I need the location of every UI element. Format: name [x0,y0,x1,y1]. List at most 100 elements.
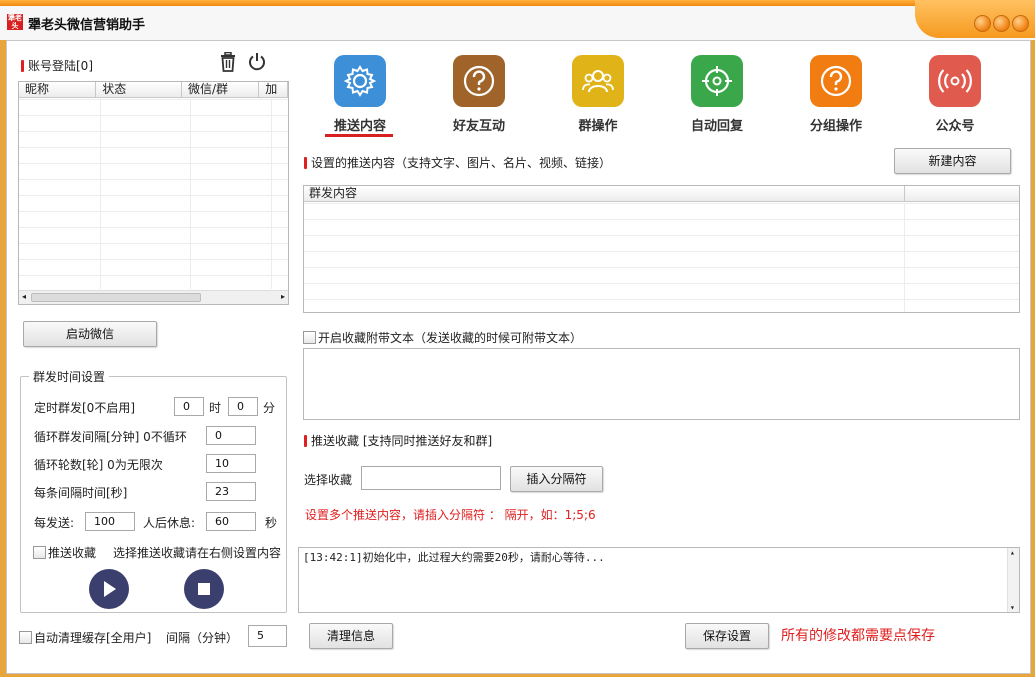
push-content-title: 设置的推送内容（支持文字、图片、名片、视频、链接） [304,154,611,171]
start-button[interactable] [89,569,129,609]
main-window: 账号登陆[0] 昵称 状态 微信/群 加 ◂ ▸ 启动微信 群发时间设置 定时群… [6,40,1031,674]
each-interval-input[interactable]: 23 [206,482,256,501]
tab-group-operations[interactable]: 群操作 [553,55,643,134]
hour-unit-label: 时 [209,401,222,415]
separator-hint: 设置多个推送内容，请插入分隔符 ： 隔开，如：1;5;6 [305,508,596,522]
push-content-table-body [304,203,1019,312]
account-table[interactable]: 昵称 状态 微信/群 加 ◂ ▸ [18,81,289,305]
per-send-label: 每发送: [34,516,75,530]
stop-icon [198,583,210,595]
push-content-table[interactable]: 群发内容 [303,185,1020,313]
column-divider [271,99,272,289]
account-table-body [19,99,288,288]
column-divider [100,99,101,289]
clean-interval-label: 间隔（分钟） [166,631,239,645]
tab-friend-interaction[interactable]: 好友互动 [434,55,524,134]
clean-interval-input[interactable]: 5 [248,625,287,647]
scroll-left-arrow-icon[interactable]: ◂ [22,292,26,301]
column-divider [904,203,905,312]
scroll-thumb[interactable] [31,293,201,302]
section-marker [21,60,24,72]
gear-icon [334,55,386,107]
push-favorites-title: 推送收藏 [支持同时推送好友和群] [304,432,492,449]
app-title: 犟老头微信营销助手 [28,18,146,33]
account-section-title: 账号登陆[0] [21,57,93,74]
section-marker [304,435,307,447]
section-marker [304,157,307,169]
timed-minute-input[interactable]: 0 [228,397,258,416]
scroll-up-arrow-icon[interactable]: ▴ [1010,548,1015,557]
log-output[interactable]: [13:42:1]初始化中，此过程大约需要20秒，请耐心等待... ▴ ▾ [298,547,1020,613]
rest-after-label: 人后休息: [143,516,196,530]
start-wechat-button[interactable]: 启动微信 [23,321,157,347]
scroll-right-arrow-icon[interactable]: ▸ [281,292,285,301]
rest-seconds-input[interactable]: 60 [206,512,256,531]
power-icon[interactable] [247,52,267,72]
attach-text-area[interactable] [303,348,1020,420]
per-send-input[interactable]: 100 [85,512,135,531]
column-extra[interactable] [905,186,1019,201]
select-favorite-input[interactable] [361,466,501,490]
loop-rounds-label: 循环轮数[轮] 0为无限次 [34,458,163,472]
tab-label: 群操作 [578,119,618,134]
checkbox-box[interactable] [303,331,316,344]
checkbox-box[interactable] [33,546,46,559]
loop-interval-input[interactable]: 0 [206,426,256,445]
save-hint: 所有的修改都需要点保存 [781,628,935,644]
broadcast-icon [929,55,981,107]
tab-label: 推送内容 [333,119,386,134]
account-table-header: 昵称 状态 微信/群 加 [19,82,288,98]
loop-rounds-input[interactable]: 10 [206,454,256,473]
tab-label: 分组操作 [809,119,862,134]
select-favorite-label: 选择收藏 [304,473,353,487]
tab-push-content[interactable]: 推送内容 [315,55,405,134]
tab-label: 自动回复 [690,119,743,134]
attach-text-checkbox[interactable]: 开启收藏附带文本（发送收藏的时候可附带文本） [303,329,582,346]
question-icon [453,55,505,107]
column-nickname[interactable]: 昵称 [19,82,97,97]
app-logo-icon: 犟老头 [7,14,23,30]
each-interval-label: 每条间隔时间[秒] [34,486,128,500]
new-content-button[interactable]: 新建内容 [894,148,1011,174]
title-bar-stripe [0,0,940,6]
stop-button[interactable] [184,569,224,609]
target-icon [691,55,743,107]
minute-unit-label: 分 [263,401,276,415]
loop-interval-label: 循环群发间隔[分钟] 0不循环 [34,430,187,444]
push-content-table-header: 群发内容 [304,186,1019,202]
title-bar: 犟老头 犟老头微信营销助手 [0,0,1035,40]
save-settings-button[interactable]: 保存设置 [685,623,769,649]
tab-label: 好友互动 [452,119,505,134]
schedule-groupbox-title: 群发时间设置 [29,368,110,385]
active-tab-indicator [325,134,393,137]
column-add[interactable]: 加 [259,82,288,97]
log-scrollbar[interactable]: ▴ ▾ [1007,548,1019,612]
question-icon [810,55,862,107]
tab-official-account[interactable]: 公众号 [910,55,1000,134]
tab-auto-reply[interactable]: 自动回复 [672,55,762,134]
tab-label: 公众号 [935,119,975,134]
close-button[interactable] [1012,15,1029,32]
column-wechat-group[interactable]: 微信/群 [182,82,260,97]
account-table-scrollbar[interactable]: ◂ ▸ [19,290,288,304]
column-broadcast-content[interactable]: 群发内容 [304,186,905,201]
checkbox-box[interactable] [19,631,32,644]
column-divider [190,99,191,289]
timed-hour-input[interactable]: 0 [174,397,204,416]
maximize-button[interactable] [993,15,1010,32]
minimize-button[interactable] [974,15,991,32]
play-icon [104,581,116,597]
scroll-down-arrow-icon[interactable]: ▾ [1010,603,1015,612]
timed-send-label: 定时群发[0不启用] [34,401,135,415]
insert-separator-button[interactable]: 插入分隔符 [510,466,603,492]
auto-clean-checkbox[interactable]: 自动清理缓存[全用户] [19,629,151,646]
log-line: [13:42:1]初始化中，此过程大约需要20秒，请耐心等待... [303,551,605,564]
trash-icon[interactable] [219,51,237,72]
seconds-unit-label: 秒 [265,516,278,530]
column-status[interactable]: 状态 [96,82,182,97]
clear-info-button[interactable]: 清理信息 [309,623,393,649]
push-favorites-hint: 选择推送收藏请在右侧设置内容 [113,546,282,560]
tab-group-manage[interactable]: 分组操作 [791,55,881,134]
group-icon [572,55,624,107]
push-favorites-checkbox[interactable]: 推送收藏 [33,544,96,561]
